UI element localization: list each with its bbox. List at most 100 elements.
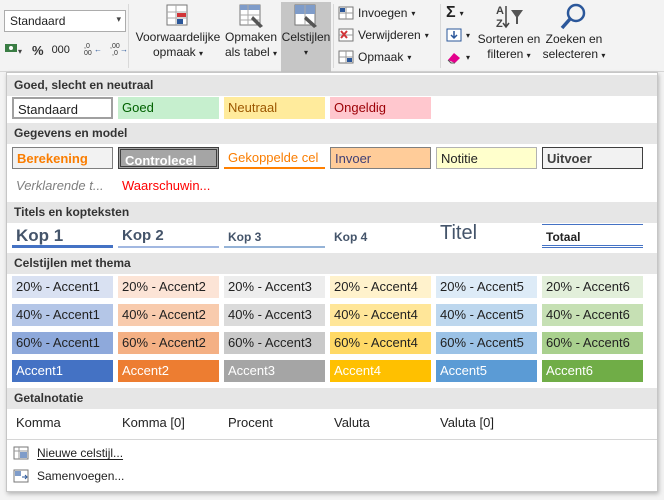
cell-style-dropdown[interactable]: Standaard ▾ — [4, 10, 126, 32]
number-format-row: ▾ % 000 ,0 00 ← ,00,0 → — [4, 41, 128, 59]
style-themed-3-3[interactable]: 60% - Accent3 — [224, 332, 325, 354]
conditional-formatting-label-1: Voorwaardelijke — [135, 30, 221, 44]
decrease-decimal-button[interactable]: ,00,0 → — [110, 42, 128, 59]
cell-styles-button[interactable]: Celstijlen ▾ — [281, 2, 331, 72]
section-header-data-model: Gegevens en model — [7, 123, 657, 144]
style-themed-2-3[interactable]: 40% - Accent3 — [224, 304, 325, 326]
style-komma-0[interactable]: Komma [0] — [118, 412, 219, 434]
sort-filter-icon: AZ — [496, 5, 523, 30]
style-gekoppelde-cel[interactable]: Gekoppelde cel — [224, 147, 325, 169]
style-themed-2-2[interactable]: 40% - Accent2 — [118, 304, 219, 326]
delete-label: Verwijderen — [358, 28, 421, 42]
chevron-down-icon[interactable]: ▾ — [116, 14, 121, 25]
clear-button[interactable]: ▾ — [446, 47, 470, 67]
style-themed-2-6[interactable]: 40% - Accent6 — [542, 304, 643, 326]
style-themed-3-2[interactable]: 60% - Accent2 — [118, 332, 219, 354]
ribbon: Standaard ▾ ▾ % 000 ,0 00 ← ,00,0 → Voorwaa… — [0, 0, 664, 72]
style-kop-3[interactable]: Kop 3 — [224, 224, 325, 248]
merge-styles-menu-item[interactable]: Samenvoegen... — [13, 466, 124, 486]
find-select-label-2: selecteren ▾ — [542, 47, 606, 61]
sigma-icon: Σ — [446, 4, 456, 21]
style-controlecel[interactable]: Controlecel — [118, 147, 219, 169]
cell-style-dropdown-value: Standaard — [10, 14, 66, 28]
cell-styles-gallery: Goed, slecht en neutraal Standaard Goed … — [6, 72, 658, 492]
svg-text:,00: ,00 — [110, 43, 120, 50]
style-standaard[interactable]: Standaard — [12, 97, 113, 119]
style-themed-1-5[interactable]: 20% - Accent5 — [436, 276, 537, 298]
merge-styles-icon — [13, 469, 29, 483]
fill-down-icon — [446, 28, 462, 42]
conditional-formatting-label-2: opmaak ▾ — [152, 45, 204, 59]
chevron-down-icon: ▾ — [424, 30, 429, 40]
style-themed-1-6[interactable]: 20% - Accent6 — [542, 276, 643, 298]
svg-text:,0: ,0 — [112, 50, 118, 56]
autosum-button[interactable]: Σ ▾ — [446, 3, 464, 23]
format-as-table-icon — [239, 4, 263, 28]
format-cells-icon — [338, 50, 354, 64]
style-kop-1[interactable]: Kop 1 — [12, 224, 113, 248]
style-themed-1-4[interactable]: 20% - Accent4 — [330, 276, 431, 298]
style-titel[interactable]: Titel — [436, 221, 537, 247]
style-themed-4-2[interactable]: Accent2 — [118, 360, 219, 382]
style-notitie[interactable]: Notitie — [436, 147, 537, 169]
style-themed-4-6[interactable]: Accent6 — [542, 360, 643, 382]
insert-button[interactable]: Invoegen ▾ — [338, 3, 415, 23]
fill-button[interactable]: ▾ — [446, 25, 470, 45]
ribbon-separator — [128, 4, 129, 68]
sort-filter-button[interactable]: AZ Sorteren en filteren ▾ — [477, 2, 541, 63]
cell-styles-label: Celstijlen — [281, 30, 331, 44]
conditional-formatting-button[interactable]: Voorwaardelijke opmaak ▾ — [132, 2, 224, 61]
style-themed-1-2[interactable]: 20% - Accent2 — [118, 276, 219, 298]
style-kop-2[interactable]: Kop 2 — [118, 224, 219, 248]
style-themed-4-1[interactable]: Accent1 — [12, 360, 113, 382]
style-valuta[interactable]: Valuta — [330, 412, 431, 434]
section-header-good-bad: Goed, slecht en neutraal — [7, 75, 657, 96]
svg-text:A: A — [496, 5, 504, 17]
style-neutraal[interactable]: Neutraal — [224, 97, 325, 119]
style-themed-3-4[interactable]: 60% - Accent4 — [330, 332, 431, 354]
style-uitvoer[interactable]: Uitvoer — [542, 147, 643, 169]
new-cell-style-menu-item[interactable]: Nieuwe celstijl... — [13, 443, 123, 463]
style-berekening[interactable]: Berekening — [12, 147, 113, 169]
style-komma[interactable]: Komma — [12, 412, 113, 434]
style-totaal[interactable]: Totaal — [542, 224, 643, 248]
svg-text:←: ← — [94, 45, 102, 54]
cell-styles-icon — [294, 4, 317, 28]
find-select-button[interactable]: Zoeken en selecteren ▾ — [541, 2, 607, 63]
style-ongeldig[interactable]: Ongeldig — [330, 97, 431, 119]
accounting-format-icon[interactable]: ▾ — [4, 42, 24, 59]
format-button[interactable]: Opmaak ▾ — [338, 47, 411, 67]
format-as-table-button[interactable]: Opmaken als tabel ▾ — [222, 2, 280, 61]
style-themed-2-5[interactable]: 40% - Accent5 — [436, 304, 537, 326]
sort-filter-label-2: filteren ▾ — [487, 47, 531, 61]
style-themed-3-6[interactable]: 60% - Accent6 — [542, 332, 643, 354]
style-themed-1-3[interactable]: 20% - Accent3 — [224, 276, 325, 298]
percent-style-button[interactable]: % — [32, 43, 44, 58]
style-themed-3-1[interactable]: 60% - Accent1 — [12, 332, 113, 354]
style-themed-3-5[interactable]: 60% - Accent5 — [436, 332, 537, 354]
style-themed-1-1[interactable]: 20% - Accent1 — [12, 276, 113, 298]
style-verklarende-tekst[interactable]: Verklarende t... — [12, 175, 113, 197]
increase-decimal-button[interactable]: ,0 00 ← — [84, 42, 102, 58]
style-procent[interactable]: Procent — [224, 412, 325, 434]
style-kop-4[interactable]: Kop 4 — [330, 224, 431, 248]
svg-text:→: → — [120, 45, 128, 54]
delete-button[interactable]: Verwijderen ▾ — [338, 25, 429, 45]
chevron-down-icon: ▾ — [411, 8, 416, 18]
section-header-number-format: Getalnotatie — [7, 388, 657, 409]
style-themed-4-3[interactable]: Accent3 — [224, 360, 325, 382]
style-themed-2-1[interactable]: 40% - Accent1 — [12, 304, 113, 326]
style-themed-2-4[interactable]: 40% - Accent4 — [330, 304, 431, 326]
comma-style-button[interactable]: 000 — [52, 44, 70, 56]
style-themed-4-4[interactable]: Accent4 — [330, 360, 431, 382]
style-valuta-0[interactable]: Valuta [0] — [436, 412, 537, 434]
sort-filter-label-1: Sorteren en — [477, 32, 541, 46]
format-label: Opmaak — [358, 50, 404, 64]
style-waarschuwing[interactable]: Waarschuwin... — [118, 175, 219, 197]
ribbon-separator — [333, 4, 334, 68]
chevron-down-icon: ▾ — [466, 52, 471, 62]
style-goed[interactable]: Goed — [118, 97, 219, 119]
style-invoer[interactable]: Invoer — [330, 147, 431, 169]
chevron-down-icon: ▾ — [303, 48, 308, 57]
style-themed-4-5[interactable]: Accent5 — [436, 360, 537, 382]
